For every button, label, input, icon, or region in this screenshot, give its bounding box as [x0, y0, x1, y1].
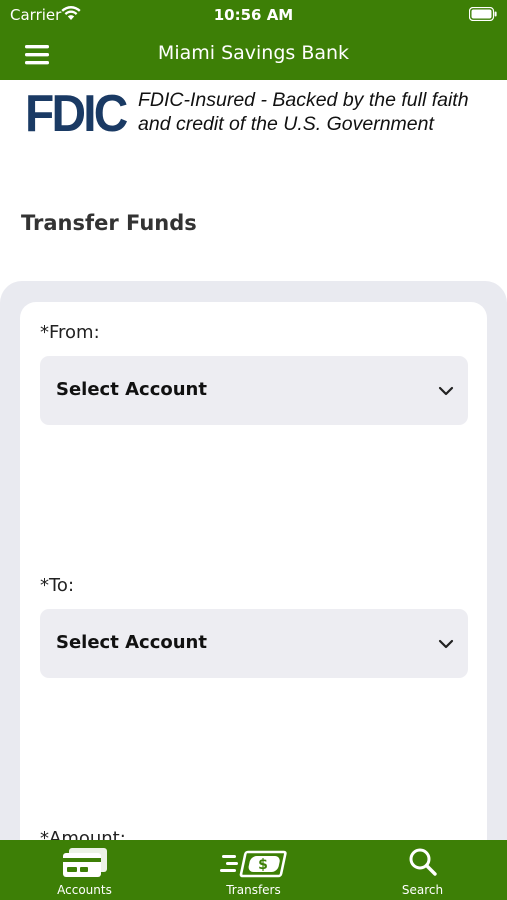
to-label: *To:	[40, 575, 75, 596]
app-header: Miami Savings Bank	[0, 30, 507, 80]
bottom-tab-bar: Accounts $ Transfers Search	[0, 840, 507, 900]
chevron-down-icon	[438, 384, 454, 396]
accounts-card-icon	[59, 846, 111, 883]
to-account-select[interactable]: Select Account	[40, 609, 468, 678]
search-icon	[407, 846, 439, 883]
fdic-notice-line2: and credit of the U.S. Government	[138, 113, 434, 135]
tab-transfers[interactable]: $ Transfers	[169, 840, 338, 900]
tab-accounts[interactable]: Accounts	[0, 840, 169, 900]
fdic-notice: FDIC-Insured - Backed by the full faith …	[138, 88, 503, 136]
tab-accounts-label: Accounts	[57, 883, 112, 897]
to-account-value: Select Account	[56, 632, 207, 653]
from-account-value: Select Account	[56, 379, 207, 400]
status-bar: Carrier 10:56 AM	[0, 0, 507, 30]
chevron-down-icon	[438, 637, 454, 649]
from-label: *From:	[40, 322, 100, 343]
transfer-money-icon: $	[219, 846, 288, 885]
tab-search-label: Search	[401, 883, 444, 897]
tab-search[interactable]: Search	[338, 840, 507, 900]
battery-icon	[468, 6, 497, 22]
page-title: Transfer Funds	[21, 211, 197, 235]
transfer-funds-screen: Carrier 10:56 AM Miami Savings Bank FDIC…	[0, 0, 507, 900]
svg-text:$: $	[258, 857, 268, 873]
fdic-logo: FDIC	[25, 85, 128, 143]
from-account-select[interactable]: Select Account	[40, 356, 468, 425]
status-time: 10:56 AM	[213, 6, 294, 24]
app-title: Miami Savings Bank	[157, 42, 350, 64]
fdic-banner: FDIC FDIC-Insured - Backed by the full f…	[0, 80, 507, 150]
tab-transfers-label: Transfers	[226, 883, 281, 897]
fdic-notice-line1: FDIC-Insured - Backed by the full faith	[138, 89, 469, 111]
